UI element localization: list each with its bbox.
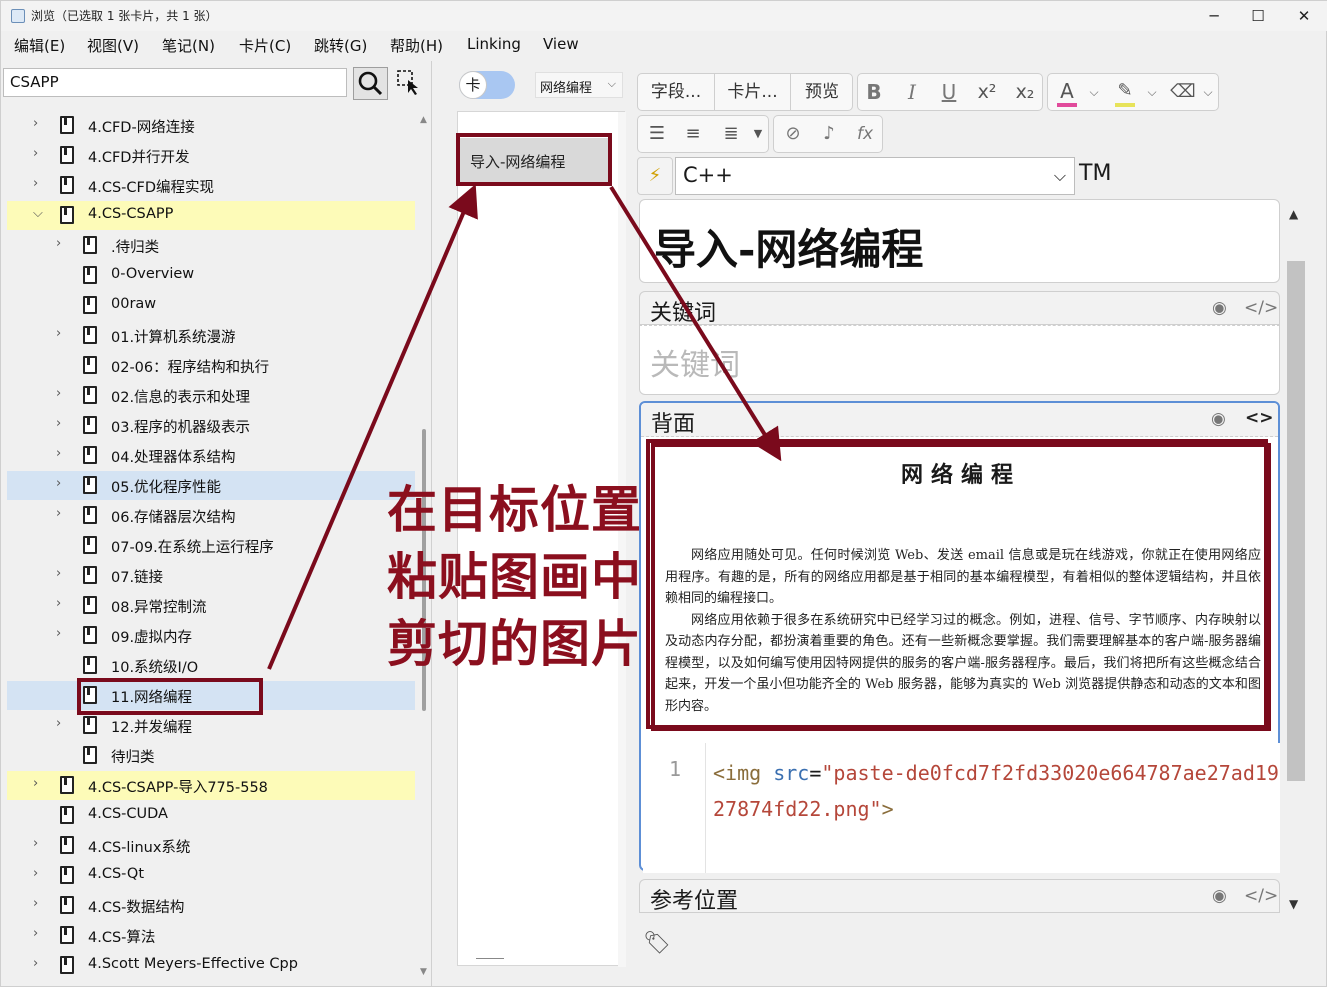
- annotation-arrow: [609, 185, 782, 462]
- annotation-line: 在目标位置: [387, 481, 642, 539]
- annotation-callout: 在目标位置 粘贴图画中 剪切的图片: [387, 477, 642, 678]
- annotation-line: 粘贴图画中: [387, 548, 642, 606]
- annotation-arrows: [267, 183, 782, 670]
- anki-browser-window: 浏览（已选取 1 张卡片，共 1 张） ─ ☐ ✕ 编辑(E) 视图(V) 笔记…: [0, 0, 1327, 987]
- annotation-line: 剪切的图片: [387, 615, 642, 673]
